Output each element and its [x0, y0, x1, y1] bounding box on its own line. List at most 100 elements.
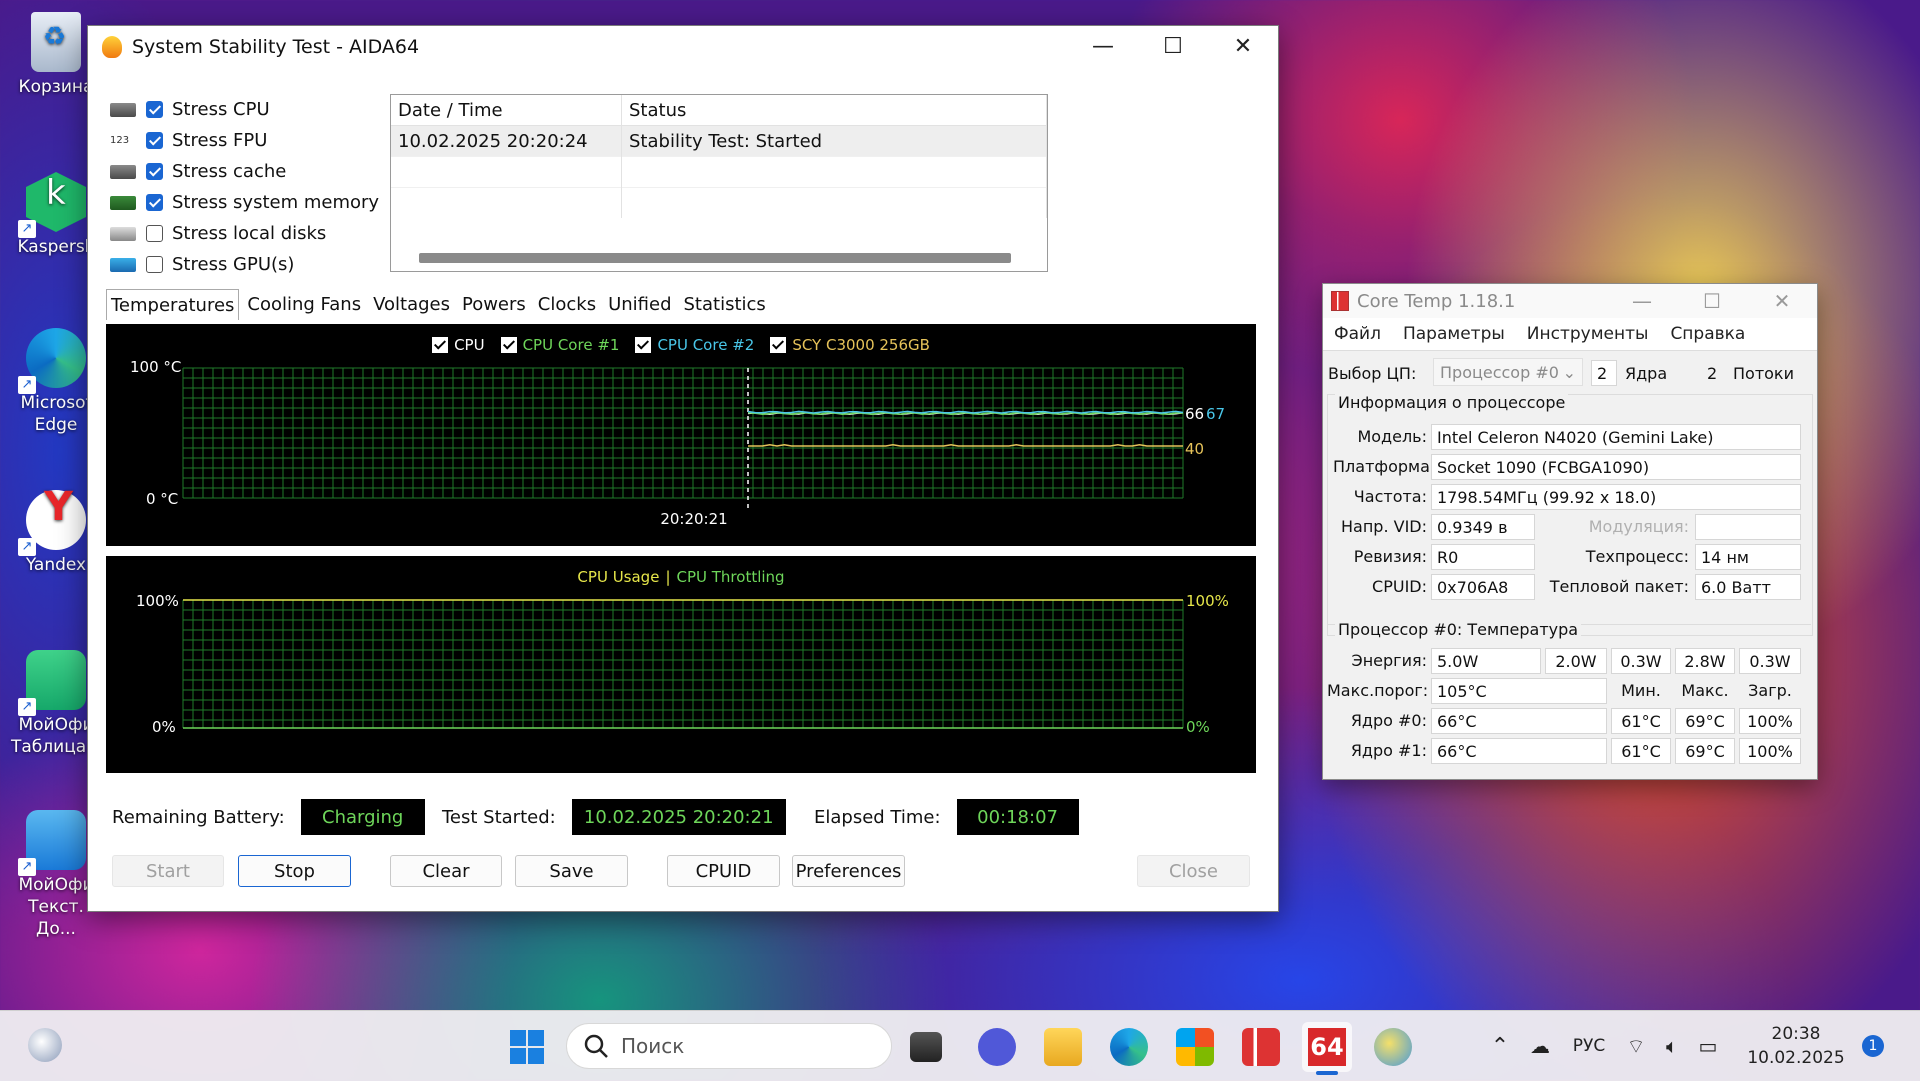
menu-file[interactable]: Файл — [1334, 324, 1381, 344]
core-0-load: 100% — [1739, 708, 1801, 734]
wifi-icon[interactable]: ⌔ — [1618, 1034, 1654, 1059]
stress-fpu-option[interactable]: 123 Stress FPU — [110, 125, 379, 156]
shortcut-arrow-icon: ↗ — [18, 220, 36, 238]
stress-disks-checkbox[interactable] — [146, 225, 163, 242]
stop-button[interactable]: Stop — [238, 855, 351, 887]
cores-label: Ядра — [1625, 364, 1668, 383]
maximize-button[interactable]: ☐ — [1677, 289, 1747, 313]
clock[interactable]: 20:38 10.02.2025 — [1740, 1022, 1852, 1070]
edge-taskbar-icon[interactable] — [1110, 1028, 1148, 1066]
lithography-label: Техпроцесс: — [1585, 547, 1689, 566]
task-view-icon[interactable] — [910, 1032, 942, 1062]
save-button[interactable]: Save — [515, 855, 628, 887]
power-value-3: 2.8W — [1675, 648, 1735, 674]
minimize-button[interactable]: — — [1068, 26, 1138, 68]
stress-cpu-checkbox[interactable] — [146, 101, 163, 118]
stress-cache-option[interactable]: Stress cache — [110, 156, 379, 187]
stress-fpu-checkbox[interactable] — [146, 132, 163, 149]
cpu-select-dropdown[interactable]: Процессор #0 ⌄ — [1433, 358, 1583, 386]
chevron-down-icon: ⌄ — [1562, 363, 1576, 382]
file-explorer-icon[interactable] — [1044, 1028, 1082, 1066]
close-window-button[interactable]: ✕ — [1747, 289, 1817, 313]
memory-icon — [110, 195, 136, 210]
coretemp-icon — [1331, 291, 1349, 311]
preferences-button[interactable]: Preferences — [792, 855, 905, 887]
option-label: Stress cache — [172, 161, 287, 182]
elapsed-value: 00:18:07 — [956, 799, 1079, 835]
menu-tools[interactable]: Инструменты — [1527, 324, 1649, 344]
maximize-button[interactable]: ☐ — [1138, 26, 1208, 68]
tjmax-value: 105°C — [1431, 678, 1607, 704]
aida64-flame-icon — [102, 36, 122, 58]
tab-powers[interactable]: Powers — [458, 289, 530, 320]
chevron-up-icon[interactable]: ⌃ — [1480, 1034, 1520, 1059]
stress-memory-option[interactable]: Stress system memory — [110, 187, 379, 218]
notifications-badge[interactable]: 1 — [1862, 1035, 1884, 1057]
value-label-67: 67 — [1206, 405, 1225, 423]
battery-icon[interactable]: ▭ — [1690, 1034, 1726, 1058]
menu-options[interactable]: Параметры — [1403, 324, 1505, 344]
menu-help[interactable]: Справка — [1670, 324, 1745, 344]
tab-temperatures[interactable]: Temperatures — [106, 289, 240, 320]
table-row[interactable]: 10.02.2025 20:20:24 Stability Test: Star… — [391, 125, 1047, 157]
horizontal-scrollbar[interactable] — [419, 253, 1011, 263]
core-0-label: Ядро #0: — [1350, 711, 1427, 730]
frequency-value: 1798.54МГц (99.92 x 18.0) — [1431, 484, 1801, 510]
coretemp-window: Core Temp 1.18.1 — ☐ ✕ Файл Параметры Ин… — [1322, 283, 1818, 780]
threads-count: 2 — [1701, 360, 1727, 386]
stress-gpu-checkbox[interactable] — [146, 256, 163, 273]
gpu-icon — [110, 257, 136, 272]
modulation-value — [1695, 514, 1801, 540]
stress-cpu-option[interactable]: Stress CPU — [110, 94, 379, 125]
tjmax-label: Макс.порог: — [1327, 681, 1429, 700]
onedrive-icon[interactable]: ☁ — [1520, 1034, 1560, 1058]
test-started-value: 10.02.2025 20:20:21 — [571, 799, 786, 835]
coretemp-taskbar-icon[interactable] — [1242, 1028, 1280, 1066]
lithography-value: 14 нм — [1695, 544, 1801, 570]
aida64-stability-window: System Stability Test - AIDA64 — ☐ ✕ Str… — [87, 25, 1279, 912]
tab-voltages[interactable]: Voltages — [369, 289, 454, 320]
revision-label: Ревизия: — [1353, 547, 1427, 566]
cpuid-button[interactable]: CPUID — [667, 855, 780, 887]
cache-icon — [110, 164, 136, 179]
stress-memory-checkbox[interactable] — [146, 194, 163, 211]
clear-button[interactable]: Clear — [390, 855, 502, 887]
store-icon[interactable] — [1176, 1028, 1214, 1066]
close-window-button[interactable]: ✕ — [1208, 26, 1278, 68]
tdp-value: 6.0 Ватт — [1695, 574, 1801, 600]
ytick-right-100: 100% — [1186, 592, 1229, 610]
disk-icon — [110, 226, 136, 241]
minimize-button[interactable]: — — [1607, 289, 1677, 313]
battery-value: Charging — [300, 799, 425, 835]
tab-unified[interactable]: Unified — [604, 289, 675, 320]
stress-disks-option[interactable]: Stress local disks — [110, 218, 379, 249]
titlebar[interactable]: System Stability Test - AIDA64 — ☐ ✕ — [88, 26, 1278, 68]
event-log[interactable]: Date / Time Status 10.02.2025 20:20:24 S… — [390, 94, 1048, 272]
tab-clocks[interactable]: Clocks — [534, 289, 600, 320]
power-label: Энергия: — [1351, 651, 1427, 670]
column-header-status[interactable]: Status — [621, 95, 1047, 126]
option-label: Stress system memory — [172, 192, 380, 213]
column-load: Загр. — [1748, 681, 1792, 700]
volume-icon[interactable]: 🔈︎ — [1654, 1034, 1690, 1058]
chat-icon[interactable] — [978, 1028, 1016, 1066]
titlebar[interactable]: Core Temp 1.18.1 — ☐ ✕ — [1323, 284, 1817, 318]
windows-start-icon[interactable] — [508, 1028, 546, 1066]
shortcut-arrow-icon: ↗ — [18, 698, 36, 716]
column-header-datetime[interactable]: Date / Time — [391, 95, 622, 126]
start-button[interactable]: Start — [112, 855, 224, 887]
stress-cache-checkbox[interactable] — [146, 163, 163, 180]
paint-icon[interactable] — [1374, 1028, 1412, 1066]
close-button[interactable]: Close — [1137, 855, 1250, 887]
aida64-taskbar-button[interactable]: 64 — [1302, 1022, 1352, 1075]
log-status: Stability Test: Started — [621, 125, 1047, 157]
tab-cooling-fans[interactable]: Cooling Fans — [243, 289, 365, 320]
stress-gpu-option[interactable]: Stress GPU(s) — [110, 249, 379, 280]
tab-statistics[interactable]: Statistics — [680, 289, 770, 320]
taskbar: Поиск 64 ⌃ ☁ РУС ⌔ 🔈︎ ▭ 20:38 10.02.2025… — [0, 1010, 1920, 1081]
active-indicator — [1316, 1071, 1338, 1075]
taskbar-search-box[interactable]: Поиск — [566, 1023, 892, 1069]
weather-widget-icon[interactable] — [28, 1028, 62, 1062]
language-indicator[interactable]: РУС — [1560, 1036, 1618, 1056]
column-max: Макс. — [1681, 681, 1729, 700]
